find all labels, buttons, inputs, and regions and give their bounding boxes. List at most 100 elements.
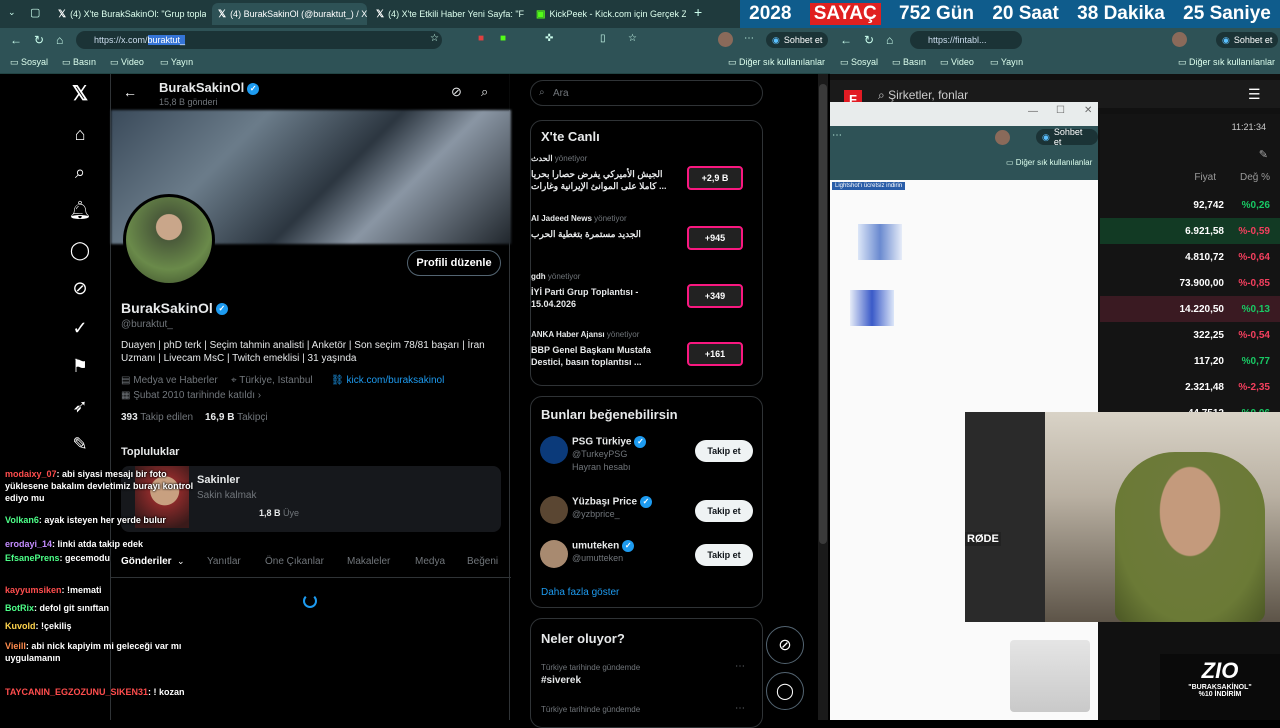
home-icon[interactable]: ⌂ [68, 122, 92, 146]
grok-fab-icon[interactable]: ⊘ [766, 626, 804, 664]
search-icon[interactable]: ⌕ [481, 84, 488, 100]
verified-icon[interactable]: ✓ [68, 316, 92, 340]
back-arrow-icon[interactable]: ← [123, 84, 137, 100]
home-icon[interactable]: ⌂ [886, 33, 893, 47]
bookmark-folder[interactable]: ▭ Video [940, 57, 974, 68]
market-row[interactable]: 322,25 %-0,54 [1100, 322, 1280, 348]
market-row[interactable]: 6.921,58 %-0,59 [1100, 218, 1280, 244]
more-icon[interactable]: ⋯ [744, 33, 754, 44]
tab-label: (4) X'te BurakSakinOl: "Grup topla [70, 9, 206, 19]
search-icon[interactable]: ⌕ [68, 160, 92, 184]
back-icon[interactable]: ← [840, 33, 852, 47]
tab-4[interactable]: ▣KickPeek - Kick.com için Gerçek Za✕ [530, 3, 686, 25]
avatar[interactable] [1172, 32, 1187, 47]
refresh-icon[interactable]: ↻ [34, 33, 44, 47]
live-item[interactable]: الحدث yönetiyor الجيش الأميركي يفرض حصارا… [531, 154, 743, 204]
avatar[interactable] [995, 130, 1010, 145]
close-icon[interactable]: ✕ [1084, 105, 1092, 116]
bookmark-folder[interactable]: ▭ Sosyal [840, 57, 878, 68]
profile-link[interactable]: ⛓ kick.com/buraksakinol [331, 375, 444, 386]
tab-highlights[interactable]: Öne Çıkanlar [265, 556, 324, 567]
address-bar-2[interactable]: https://fintabl... [910, 31, 1022, 49]
bookmark-folder[interactable]: ▭ Basın [892, 57, 926, 68]
market-row[interactable]: 73.900,00 %-0,85 [1100, 270, 1280, 296]
address-bar[interactable]: https://x.com/buraktut_ [76, 31, 442, 49]
maximize-icon[interactable]: ☐ [1056, 105, 1065, 116]
tab-1[interactable]: 𝕏(4) X'te BurakSakinOl: "Grup topla✕ [52, 3, 206, 25]
messages-icon[interactable]: ◯ [68, 238, 92, 262]
x-logo-icon[interactable]: 𝕏 [68, 82, 92, 106]
minimize-icon[interactable]: — [1028, 106, 1038, 117]
tab-likes[interactable]: Beğeni [467, 556, 498, 567]
market-row[interactable]: 117,20 %0,77 [1100, 348, 1280, 374]
copilot-chat-button[interactable]: ◉ Sohbet et [1216, 32, 1279, 48]
workspaces-icon[interactable]: ▢ [30, 6, 40, 19]
copilot-chat-button[interactable]: ◉ Sohbet et [766, 32, 829, 48]
scrollbar-thumb[interactable] [819, 84, 827, 544]
bookmark-folder-other[interactable]: ▭ Diğer sık kullanılanlar [1006, 158, 1092, 167]
live-item[interactable]: ANKA Haber Ajansı yönetiyor BBP Genel Baş… [531, 330, 743, 380]
bookmark-folder[interactable]: ▭ Sosyal [10, 57, 48, 68]
bookmarks-icon[interactable]: ⚑ [68, 354, 92, 378]
extension-icon[interactable]: ■ [500, 33, 506, 44]
avatar[interactable] [718, 32, 733, 47]
notifications-icon[interactable]: 🔔︎ [68, 198, 92, 222]
market-row[interactable]: 14.220,50 %0,13 [1100, 296, 1280, 322]
copilot-chat-button[interactable]: ◉ Sohbet et [1036, 127, 1098, 147]
back-icon[interactable]: ← [10, 33, 22, 47]
market-row[interactable]: 2.321,48 %-2,35 [1100, 374, 1280, 400]
market-row[interactable]: 92,742 %0,26 [1100, 192, 1280, 218]
suggestion-item[interactable]: umuteken ✓ @umutteken Takip et [530, 540, 763, 580]
articles-icon[interactable]: ✎ [68, 432, 92, 456]
tab-replies[interactable]: Yanıtlar [207, 556, 241, 567]
following-link[interactable]: 393 Takip edilen [121, 412, 193, 423]
x-logo-icon: 𝕏 [58, 8, 67, 20]
bookmark-folder[interactable]: ▭ Basın [62, 57, 96, 68]
bookmark-folder-other[interactable]: ▭ Diğer sık kullanılanlar [1178, 57, 1275, 68]
extension-icon[interactable]: ✜ [545, 33, 553, 44]
live-item[interactable]: gdh yönetiyor İYİ Parti Grup Toplantısı -… [531, 272, 743, 322]
edit-icon[interactable]: ✎ [1259, 148, 1268, 161]
extension-icon[interactable]: ■ [478, 33, 484, 44]
tab-media[interactable]: Medya [415, 556, 445, 567]
lightshot-banner[interactable]: Lightshot'ı ücretsiz indirin [832, 182, 906, 190]
followers-link[interactable]: 16,9 B Takipçi [205, 412, 268, 423]
refresh-icon[interactable]: ↻ [864, 33, 874, 47]
home-icon[interactable]: ⌂ [56, 33, 63, 47]
follow-button[interactable]: Takip et [695, 440, 753, 462]
suggestion-item[interactable]: Yüzbaşı Price ✓ @yzbprice_ Takip et [530, 496, 763, 536]
tab-2[interactable]: 𝕏(4) BurakSakinOl (@buraktut_) / X✕ [212, 3, 367, 25]
grok-icon[interactable]: ⊘ [68, 276, 92, 300]
bookmark-folder-other[interactable]: ▭ Diğer sık kullanılanlar [728, 57, 825, 68]
tab-list-icon[interactable]: ⌄ [8, 7, 16, 18]
tab-articles[interactable]: Makaleler [347, 556, 390, 567]
trend-tag[interactable]: #siverek [541, 675, 581, 686]
bookmark-folder[interactable]: ▭ Yayın [990, 57, 1023, 68]
fintables-search[interactable]: ⌕ Şirketler, fonlar [878, 88, 968, 103]
messages-fab-icon[interactable]: ◯ [766, 672, 804, 710]
edit-profile-button[interactable]: Profili düzenle [407, 250, 501, 276]
menu-icon[interactable]: ☰ [1248, 86, 1261, 103]
market-row[interactable]: 4.810,72 %-0,64 [1100, 244, 1280, 270]
favorites-icon[interactable]: ☆ [628, 33, 637, 44]
split-screen-icon[interactable]: ▯ [600, 33, 606, 44]
follow-button[interactable]: Takip et [695, 500, 753, 522]
more-icon[interactable]: ⋯ [832, 130, 842, 141]
rocket-icon[interactable]: ➶ [68, 394, 92, 418]
bookmark-folder[interactable]: ▭ Yayın [160, 57, 193, 68]
tab-3[interactable]: 𝕏(4) X'te Etkili Haber Yeni Sayfa: "Fa✕ [370, 3, 524, 25]
trend-more-icon[interactable]: ⋯ [735, 661, 745, 672]
favorite-star-icon[interactable]: ☆ [430, 33, 439, 44]
grok-icon[interactable]: ⊘ [451, 84, 462, 100]
suggestion-item[interactable]: PSG Türkiye ✓ @TurkeyPSG Hayran hesabı Takip… [530, 436, 763, 476]
bookmark-folder[interactable]: ▭ Video [110, 57, 144, 68]
show-more-link[interactable]: Daha fazla göster [541, 587, 619, 598]
page-scrollbar[interactable] [818, 74, 828, 720]
live-item[interactable]: Al Jadeed News yönetiyor الجديد مستمرة بت… [531, 214, 743, 264]
new-tab-icon[interactable]: + [694, 4, 702, 20]
search-input[interactable]: ⌕ Ara [530, 80, 763, 106]
trend-more-icon[interactable]: ⋯ [735, 703, 745, 714]
follow-button[interactable]: Takip et [695, 544, 753, 566]
profile-avatar[interactable] [123, 194, 215, 286]
countdown-overlay: 2028 SAYAÇ 752 Gün 20 Saat 38 Dakika 25 … [740, 0, 1280, 28]
